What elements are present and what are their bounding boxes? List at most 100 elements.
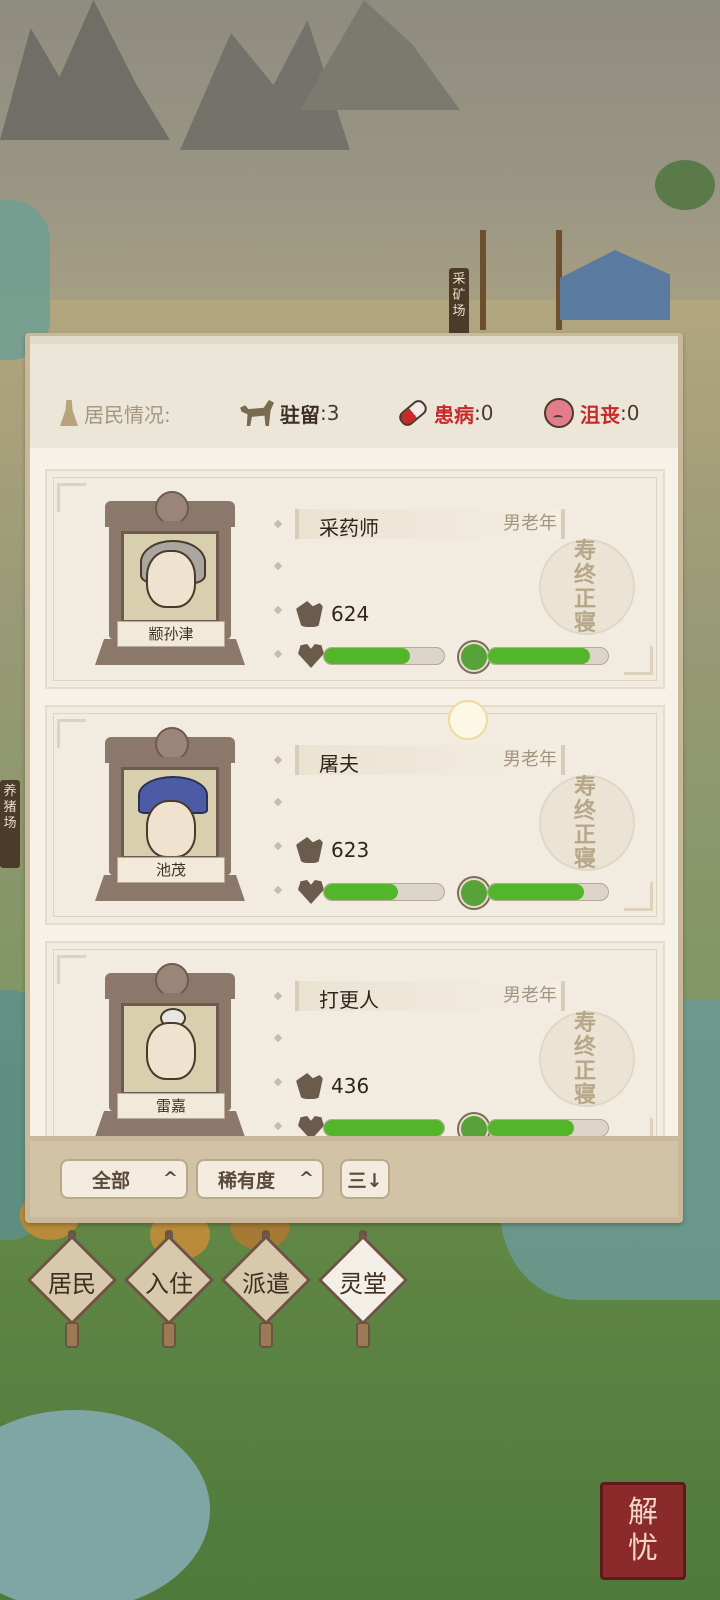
resident-power: 436 xyxy=(331,1074,370,1098)
nav-tail xyxy=(162,1322,176,1348)
depressed-count: 沮丧 :0 xyxy=(544,398,639,428)
nav-tail xyxy=(356,1322,370,1348)
sad-face-icon xyxy=(544,398,574,428)
resident-status-header: 居民情况: 驻留 :3 患病 :0 沮丧 :0 xyxy=(30,336,678,451)
power-icon xyxy=(296,1073,324,1099)
natural-death-seal: 寿终 正寝 xyxy=(539,775,635,871)
station-value: :3 xyxy=(320,401,340,425)
depressed-value: :0 xyxy=(620,401,640,425)
relieve-worry-button[interactable]: 解 忧 xyxy=(600,1482,686,1580)
frame-knob xyxy=(155,963,189,997)
seal-char: 寝 xyxy=(573,610,600,636)
corner-ornament xyxy=(57,483,86,512)
seal-char: 终 xyxy=(573,1034,600,1060)
resident-card[interactable]: 颛孙津 采药师 男老年 624 寿终 正寝 xyxy=(45,469,665,689)
health-fill xyxy=(324,1120,444,1136)
mood-bar xyxy=(487,1119,609,1136)
resident-job: 打更人 xyxy=(319,988,379,1012)
frame-knob xyxy=(155,491,189,525)
seal-char: 终 xyxy=(573,798,600,824)
nav-dispatch[interactable]: 派遣 xyxy=(220,1230,312,1350)
health-bar xyxy=(323,883,445,901)
face xyxy=(146,1022,196,1080)
sort-button[interactable]: 三↓ xyxy=(340,1159,390,1199)
heart-icon xyxy=(298,644,324,668)
resident-power: 624 xyxy=(331,602,370,626)
portrait-frame: 颛孙津 xyxy=(95,491,245,669)
resident-job: 屠夫 xyxy=(319,752,359,776)
stamp-char: 忧 xyxy=(628,1531,658,1566)
seal-char: 正 xyxy=(573,1058,600,1084)
mood-bar xyxy=(487,647,609,665)
seal-char: 寿 xyxy=(573,774,600,800)
resident-portrait[interactable] xyxy=(121,531,219,623)
nav-move-in-label: 入住 xyxy=(145,1270,193,1298)
mood-fill xyxy=(488,884,584,900)
bullet xyxy=(273,755,283,765)
mine-sign[interactable]: 采矿场 xyxy=(449,268,469,336)
stamp-char: 解 xyxy=(628,1495,658,1530)
touch-indicator xyxy=(448,700,488,740)
bullet xyxy=(273,797,283,807)
nav-tail xyxy=(259,1322,273,1348)
filter-rarity-label: 稀有度 xyxy=(218,1169,276,1192)
mood-fill xyxy=(488,1120,575,1136)
depressed-label: 沮丧 xyxy=(580,402,620,427)
seal-char: 终 xyxy=(573,562,600,588)
sick-label: 患病 xyxy=(434,402,474,427)
health-bar xyxy=(323,647,445,665)
bullet xyxy=(273,1077,283,1087)
seal-char: 寿 xyxy=(573,538,600,564)
bullet xyxy=(273,1033,283,1043)
health-bar xyxy=(323,1119,445,1136)
resident-tag: 男老年 xyxy=(503,985,557,1006)
mine-tower[interactable] xyxy=(480,230,562,330)
station-label: 驻留 xyxy=(280,402,320,427)
sick-count: 患病 :0 xyxy=(396,397,494,429)
resident-power: 623 xyxy=(331,838,370,862)
corner-ornament xyxy=(57,719,86,748)
filter-all-button[interactable]: 全部 ^ xyxy=(60,1159,188,1199)
filter-all-label: 全部 xyxy=(92,1169,131,1192)
sick-value: :0 xyxy=(474,401,494,425)
nav-tail xyxy=(65,1322,79,1348)
natural-death-seal: 寿终 正寝 xyxy=(539,1011,635,1107)
horse-icon xyxy=(240,400,274,426)
resident-card[interactable]: 雷嘉 打更人 男老年 436 寿终 正寝 xyxy=(45,941,665,1136)
health-fill xyxy=(324,884,399,900)
pig-farm-sign[interactable]: 养猪场 xyxy=(0,780,20,868)
resident-card[interactable]: 池茂 屠夫 男老年 623 寿终 正寝 xyxy=(45,705,665,925)
corner-ornament xyxy=(624,1118,653,1136)
health-fill xyxy=(324,648,411,664)
mood-fill xyxy=(488,648,590,664)
nav-spirit-hall[interactable]: 灵堂 xyxy=(317,1230,409,1350)
resident-name: 池茂 xyxy=(117,857,225,883)
resident-list[interactable]: 颛孙津 采药师 男老年 624 寿终 正寝 池茂 屠夫 男老年 623 寿 终 … xyxy=(30,451,678,1136)
tree xyxy=(655,160,715,210)
resident-portrait[interactable] xyxy=(121,767,219,859)
resident-job: 采药师 xyxy=(319,516,379,540)
nav-residents[interactable]: 居民 xyxy=(26,1230,118,1350)
power-icon xyxy=(296,837,324,863)
resident-portrait[interactable] xyxy=(121,1003,219,1095)
filter-rarity-button[interactable]: 稀有度 ^ xyxy=(196,1159,324,1199)
leaf-icon xyxy=(459,878,489,908)
bullet xyxy=(273,561,283,571)
bullet xyxy=(273,519,283,529)
seal-char: 寝 xyxy=(573,846,600,872)
resident-name: 颛孙津 xyxy=(117,621,225,647)
sort-icon: 三↓ xyxy=(347,1169,383,1192)
job-bar: 打更人 男老年 xyxy=(295,981,565,1012)
corner-ornament xyxy=(624,646,653,675)
person-icon xyxy=(60,400,78,426)
resident-status-label: 居民情况: xyxy=(60,398,171,428)
station-count: 驻留 :3 xyxy=(240,398,339,428)
nav-move-in[interactable]: 入住 xyxy=(123,1230,215,1350)
nav-residents-label: 居民 xyxy=(48,1270,96,1298)
header-decoration xyxy=(30,336,678,344)
natural-death-seal: 寿终 正寝 xyxy=(539,539,635,635)
heart-icon xyxy=(298,1116,324,1136)
pill-icon xyxy=(396,397,430,429)
frame-knob xyxy=(155,727,189,761)
filter-bar: 全部 ^ 稀有度 ^ 三↓ xyxy=(30,1141,678,1217)
